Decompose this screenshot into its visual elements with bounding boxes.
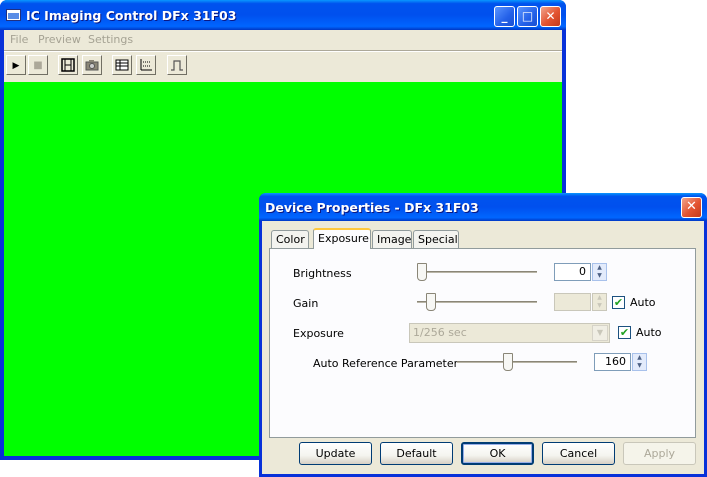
tab-exposure[interactable]: Exposure	[313, 228, 371, 249]
dialog-title: Device Properties - DFx 31F03	[265, 200, 479, 215]
exposure-auto-label[interactable]: Auto	[636, 326, 662, 339]
histogram-button[interactable]	[136, 55, 156, 75]
default-button[interactable]: Default	[380, 442, 453, 465]
check-icon: ✔	[613, 296, 624, 309]
exposure-combobox-value: 1/256 sec	[413, 326, 467, 339]
menu-preview[interactable]: Preview	[38, 33, 81, 46]
brightness-slider-track	[417, 271, 537, 273]
dialog-title-bar[interactable]: Device Properties - DFx 31F03 ✕	[259, 193, 707, 221]
brightness-label: Brightness	[293, 267, 352, 280]
app-window-icon[interactable]	[6, 9, 21, 21]
menu-settings[interactable]: Settings	[88, 33, 133, 46]
spin-down-icon[interactable]: ▼	[593, 272, 606, 280]
capture-video-button[interactable]	[58, 55, 78, 75]
properties-button[interactable]	[112, 55, 132, 75]
brightness-spinner[interactable]: ▲ ▼	[592, 263, 607, 281]
chevron-down-icon[interactable]: ▼	[592, 325, 608, 341]
camera-icon	[85, 60, 99, 71]
minimize-button[interactable]: _	[494, 6, 515, 27]
pulse-icon	[171, 60, 183, 71]
brightness-value-field[interactable]: 0	[554, 263, 591, 281]
snap-image-button[interactable]	[82, 55, 102, 75]
ok-button[interactable]: OK	[461, 442, 534, 465]
histogram-icon	[140, 59, 152, 71]
tab-special[interactable]: Special	[413, 230, 459, 248]
film-icon	[61, 58, 75, 72]
play-icon: ▶	[12, 61, 20, 71]
exposure-auto-checkbox[interactable]: ✔	[618, 326, 631, 339]
dialog-client-area: Color Exposure Image Special Brightness …	[262, 221, 704, 474]
dialog-close-button[interactable]: ✕	[681, 197, 702, 218]
cancel-button[interactable]: Cancel	[542, 442, 615, 465]
exposure-label: Exposure	[293, 327, 344, 340]
trigger-button[interactable]	[167, 55, 187, 75]
check-icon: ✔	[619, 326, 630, 339]
menu-bar: File Preview Settings	[4, 30, 562, 50]
tab-color[interactable]: Color	[271, 230, 309, 248]
stop-icon: ■	[33, 60, 43, 71]
gain-label: Gain	[293, 297, 319, 310]
toolbar: ▶ ■	[4, 52, 562, 80]
brightness-slider[interactable]	[415, 262, 540, 282]
stop-button[interactable]: ■	[28, 55, 48, 75]
auto-reference-spinner[interactable]: ▲ ▼	[632, 353, 647, 371]
gain-auto-checkbox[interactable]: ✔	[612, 296, 625, 309]
auto-reference-slider-thumb[interactable]	[503, 353, 514, 371]
exposure-combobox[interactable]: 1/256 sec ▼	[409, 323, 610, 343]
exposure-tab-panel: Brightness 0 ▲ ▼ Gain ▲ ▼ ✔ Auto Exposur…	[269, 248, 696, 438]
auto-reference-label: Auto Reference Parameter	[313, 357, 459, 370]
spin-up-icon[interactable]: ▲	[633, 354, 646, 362]
grid-icon	[115, 59, 129, 71]
update-button[interactable]: Update	[299, 442, 372, 465]
gain-slider-thumb[interactable]	[425, 293, 436, 311]
tab-image[interactable]: Image	[372, 230, 412, 248]
main-title-bar[interactable]: IC Imaging Control DFx 31F03 _ □ ✕	[0, 0, 566, 30]
device-properties-dialog: Device Properties - DFx 31F03 ✕ Color Ex…	[259, 193, 707, 477]
gain-spinner[interactable]: ▲ ▼	[592, 293, 607, 311]
gain-auto-label[interactable]: Auto	[630, 296, 656, 309]
spin-up-icon[interactable]: ▲	[593, 264, 606, 272]
maximize-button[interactable]: □	[517, 6, 538, 27]
spin-up-icon[interactable]: ▲	[593, 294, 606, 302]
main-window-title: IC Imaging Control DFx 31F03	[26, 8, 237, 23]
play-button[interactable]: ▶	[6, 55, 26, 75]
gain-slider[interactable]	[415, 292, 540, 312]
spin-down-icon[interactable]: ▼	[633, 362, 646, 370]
menu-file[interactable]: File	[10, 33, 28, 46]
auto-reference-value-field[interactable]: 160	[594, 353, 631, 371]
auto-reference-slider-track	[457, 361, 577, 363]
brightness-slider-thumb[interactable]	[417, 263, 427, 281]
auto-reference-slider[interactable]	[455, 352, 580, 372]
close-button[interactable]: ✕	[540, 6, 561, 27]
apply-button[interactable]: Apply	[623, 442, 696, 465]
gain-value-field[interactable]	[554, 293, 591, 311]
spin-down-icon[interactable]: ▼	[593, 302, 606, 310]
